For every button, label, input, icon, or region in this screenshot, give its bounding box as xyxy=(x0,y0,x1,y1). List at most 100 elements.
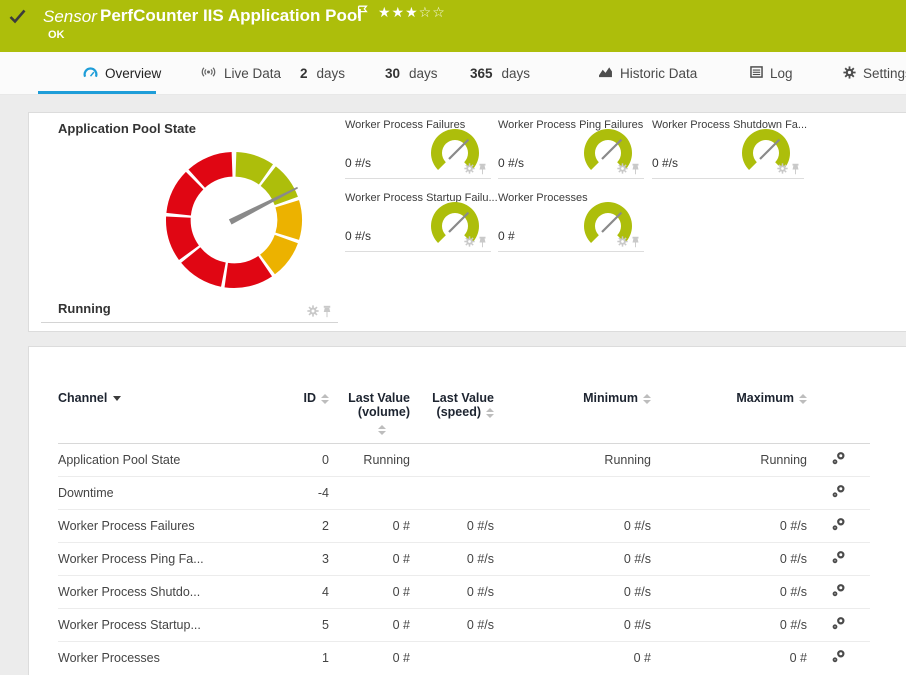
col-label-line2: (volume) xyxy=(348,405,410,419)
gauge-pin-icon[interactable] xyxy=(791,163,800,175)
cell-channel: Downtime xyxy=(58,476,269,509)
tab-live-data[interactable]: Live Data xyxy=(200,52,281,95)
tab-number: 30 xyxy=(385,66,400,81)
gauge-pin-icon[interactable] xyxy=(478,236,487,248)
col-label-line1: Last Value xyxy=(348,391,410,405)
cell-id: 2 xyxy=(269,509,329,542)
gauge-pin-icon[interactable] xyxy=(478,163,487,175)
divider xyxy=(41,322,338,323)
col-header-minimum[interactable]: Minimum xyxy=(494,376,651,443)
cell-minimum: 0 #/s xyxy=(494,608,651,641)
cell-minimum: 0 #/s xyxy=(494,542,651,575)
cell-maximum: 0 #/s xyxy=(651,608,807,641)
cell-id: -4 xyxy=(269,476,329,509)
mini-gauge-worker-process-ping-failures: Worker Process Ping Failures 0 #/s xyxy=(498,115,644,179)
sort-icon xyxy=(321,394,329,404)
channel-settings-icon[interactable] xyxy=(831,521,846,535)
main-gauge-title: Application Pool State xyxy=(58,121,196,136)
table-row: Worker Process Shutdo...40 #0 #/s0 #/s0 … xyxy=(58,575,870,608)
tab-overview[interactable]: Overview xyxy=(83,52,161,95)
tab-bar: Overview Live Data 2 days 30 days 365 da… xyxy=(0,52,906,95)
sort-icon xyxy=(486,408,494,418)
cell-id: 0 xyxy=(269,443,329,476)
channel-settings-icon[interactable] xyxy=(831,455,846,469)
chart-icon xyxy=(598,66,613,81)
mini-gauge-worker-process-failures: Worker Process Failures 0 #/s xyxy=(345,115,491,179)
gauge-pin-icon[interactable] xyxy=(631,163,640,175)
cell-last-value-speed xyxy=(410,476,494,509)
tab-2-days[interactable]: 2 days xyxy=(300,52,345,95)
table-header-row: Channel ID Last Value(volume) Last Value… xyxy=(58,376,870,443)
main-gauge xyxy=(149,135,319,305)
gauge-pin-icon[interactable] xyxy=(322,305,332,318)
gauge-gear-icon[interactable] xyxy=(464,236,475,248)
gauge-icon xyxy=(83,66,98,82)
gauge-gear-icon[interactable] xyxy=(464,163,475,175)
gauge-gear-icon[interactable] xyxy=(617,236,628,248)
tab-unit: days xyxy=(317,66,346,81)
channel-settings-icon[interactable] xyxy=(831,488,846,502)
channel-settings-icon[interactable] xyxy=(831,554,846,568)
col-label: Minimum xyxy=(583,391,638,405)
mini-gauge-value: 0 #/s xyxy=(498,156,524,170)
status-check-icon xyxy=(9,9,26,29)
channel-settings-icon[interactable] xyxy=(831,620,846,634)
tab-30-days[interactable]: 30 days xyxy=(385,52,438,95)
channel-table-panel: Channel ID Last Value(volume) Last Value… xyxy=(28,346,906,675)
cell-channel: Worker Processes xyxy=(58,641,269,674)
gauge-gear-icon[interactable] xyxy=(617,163,628,175)
tab-label: Overview xyxy=(105,66,161,81)
cell-channel: Worker Process Startup... xyxy=(58,608,269,641)
stars-empty: ☆☆ xyxy=(419,4,446,20)
cell-last-value-volume: 0 # xyxy=(329,542,410,575)
cell-last-value-volume: 0 # xyxy=(329,641,410,674)
cell-id: 4 xyxy=(269,575,329,608)
stars-filled: ★★★ xyxy=(378,4,419,20)
channel-settings-icon[interactable] xyxy=(831,587,846,601)
gear-icon xyxy=(843,66,856,82)
tab-label: Log xyxy=(770,66,793,81)
table-row: Worker Processes10 #0 #0 # xyxy=(58,641,870,674)
tab-settings[interactable]: Settings xyxy=(843,52,906,95)
priority-stars[interactable]: ★★★☆☆ xyxy=(378,4,446,21)
tab-label: Settings xyxy=(863,66,906,81)
gauge-pin-icon[interactable] xyxy=(631,236,640,248)
col-header-id[interactable]: ID xyxy=(269,376,329,443)
mini-gauge-title: Worker Processes xyxy=(498,192,588,204)
cell-minimum: Running xyxy=(494,443,651,476)
table-row: Worker Process Ping Fa...30 #0 #/s0 #/s0… xyxy=(58,542,870,575)
overview-gauges-panel: Application Pool State Running Worker Pr… xyxy=(28,112,906,332)
channel-settings-icon[interactable] xyxy=(831,653,846,667)
cell-channel: Worker Process Failures xyxy=(58,509,269,542)
col-header-channel[interactable]: Channel xyxy=(58,376,269,443)
cell-minimum: 0 #/s xyxy=(494,575,651,608)
mini-gauge-value: 0 #/s xyxy=(652,156,678,170)
cell-id: 1 xyxy=(269,641,329,674)
col-header-last-value-speed[interactable]: Last Value(speed) xyxy=(410,376,494,443)
cell-last-value-speed: 0 #/s xyxy=(410,542,494,575)
mini-gauge-value: 0 #/s xyxy=(345,229,371,243)
channel-table: Channel ID Last Value(volume) Last Value… xyxy=(58,376,870,674)
tab-log[interactable]: Log xyxy=(750,52,793,95)
channel-table-body: Application Pool State0RunningRunningRun… xyxy=(58,443,870,674)
gauge-gear-icon[interactable] xyxy=(777,163,788,175)
tab-365-days[interactable]: 365 days xyxy=(470,52,530,95)
tab-number: 365 xyxy=(470,66,493,81)
col-header-last-value-volume[interactable]: Last Value(volume) xyxy=(329,376,410,443)
cell-minimum: 0 # xyxy=(494,641,651,674)
sort-caret-icon xyxy=(113,396,121,401)
cell-last-value-volume: 0 # xyxy=(329,509,410,542)
table-row: Worker Process Startup...50 #0 #/s0 #/s0… xyxy=(58,608,870,641)
col-header-maximum[interactable]: Maximum xyxy=(651,376,807,443)
cell-maximum: 0 #/s xyxy=(651,575,807,608)
gauge-gear-icon[interactable] xyxy=(307,305,319,318)
cell-maximum: 0 #/s xyxy=(651,509,807,542)
cell-maximum xyxy=(651,476,807,509)
status-badge: OK xyxy=(48,29,65,41)
mini-gauge-value: 0 #/s xyxy=(345,156,371,170)
tab-historic-data[interactable]: Historic Data xyxy=(598,52,697,95)
table-row: Worker Process Failures20 #0 #/s0 #/s0 #… xyxy=(58,509,870,542)
col-label: Channel xyxy=(58,391,107,405)
sort-icon xyxy=(643,394,651,404)
mini-gauge-worker-process-startup-failures: Worker Process Startup Failu... 0 #/s xyxy=(345,188,491,252)
